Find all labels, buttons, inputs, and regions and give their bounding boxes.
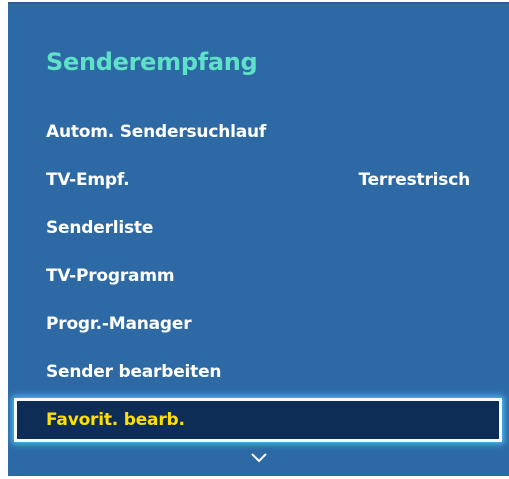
menu-item-label: Senderliste xyxy=(46,218,154,238)
menu-item-label: Sender bearbeiten xyxy=(46,362,222,382)
menu-item-favorit-bearb[interactable]: Favorit. bearb. xyxy=(14,398,502,442)
menu-title: Senderempfang xyxy=(46,48,258,76)
menu-item-tv-programm[interactable]: TV-Programm xyxy=(8,253,509,301)
menu-item-progr-manager[interactable]: Progr.-Manager xyxy=(8,301,509,349)
menu-item-label: TV-Programm xyxy=(46,266,175,286)
chevron-down-icon[interactable] xyxy=(250,450,268,463)
menu-item-value: Terrestrisch xyxy=(358,170,470,190)
menu-panel: Senderempfang Autom. Sendersuchlauf TV-E… xyxy=(8,2,509,476)
menu-item-label: Autom. Sendersuchlauf xyxy=(46,122,267,142)
menu-item-autom-sendersuchlauf[interactable]: Autom. Sendersuchlauf xyxy=(8,109,509,157)
menu-item-label: Progr.-Manager xyxy=(46,314,192,334)
menu-item-label: Favorit. bearb. xyxy=(46,410,185,430)
menu-item-label: TV-Empf. xyxy=(46,170,130,190)
menu-item-sender-bearbeiten[interactable]: Sender bearbeiten xyxy=(8,349,509,397)
menu-item-senderliste[interactable]: Senderliste xyxy=(8,205,509,253)
screen: Senderempfang Autom. Sendersuchlauf TV-E… xyxy=(0,0,509,479)
menu-item-tv-empf[interactable]: TV-Empf. Terrestrisch xyxy=(8,157,509,205)
